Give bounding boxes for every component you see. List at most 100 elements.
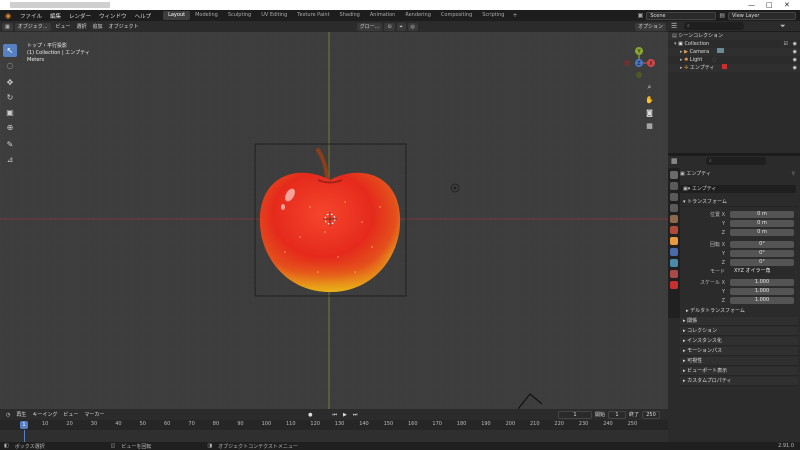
tab-compositing[interactable]: Compositing bbox=[436, 11, 477, 20]
playhead[interactable]: 1 bbox=[20, 421, 28, 429]
maximize-icon[interactable]: □ bbox=[766, 1, 773, 9]
transform-orientation-selector[interactable]: グロー... bbox=[356, 22, 383, 31]
properties-search-icon[interactable]: ⌕ bbox=[706, 157, 766, 165]
blender-logo-icon[interactable]: ◉ bbox=[3, 12, 13, 20]
start-frame-field[interactable]: 1 bbox=[608, 410, 626, 419]
image-tab-icon[interactable] bbox=[670, 281, 678, 289]
3d-viewport[interactable]: トップ・平行投影 (1) Collection | エンプティ Meters Y… bbox=[0, 32, 668, 409]
filter-icon[interactable]: ⏷ bbox=[780, 22, 786, 31]
outliner-row-light[interactable]: ▸ ✺ Light ◌ ◉ bbox=[668, 56, 800, 64]
timeline-track[interactable] bbox=[0, 430, 668, 442]
location-y-field[interactable]: 0 m bbox=[730, 220, 794, 227]
scale-y-field[interactable]: 1.000 bbox=[730, 288, 794, 295]
tool-tab-icon[interactable] bbox=[670, 171, 678, 179]
cursor-tool-icon[interactable]: ◌ bbox=[3, 59, 17, 72]
select-tool-icon[interactable]: ↖ bbox=[3, 44, 17, 57]
pan-hand-icon[interactable]: ✋ bbox=[644, 95, 655, 106]
rotation-x-field[interactable]: 0° bbox=[730, 241, 794, 248]
move-tool-icon[interactable]: ✥ bbox=[3, 76, 17, 89]
output-tab-icon[interactable] bbox=[670, 193, 678, 201]
measure-tool-icon[interactable]: ⊿ bbox=[3, 153, 17, 166]
render-tab-icon[interactable] bbox=[670, 182, 678, 190]
jump-end-icon[interactable]: ⏭ bbox=[350, 412, 361, 418]
options-button[interactable]: オプション bbox=[634, 22, 666, 31]
outliner-row-empty[interactable]: ▸ ✢ エンプティ ◉ bbox=[668, 64, 800, 72]
pin-icon[interactable]: ⚲ bbox=[791, 170, 795, 178]
rotation-z-field[interactable]: 0° bbox=[730, 259, 794, 266]
snap-icon[interactable]: ⌖ bbox=[396, 22, 406, 31]
tab-rendering[interactable]: Rendering bbox=[400, 11, 436, 20]
physics-tab-icon[interactable] bbox=[670, 248, 678, 256]
menu-render[interactable]: レンダー bbox=[65, 12, 95, 20]
tab-scripting[interactable]: Scripting bbox=[477, 11, 509, 20]
view-layer-selector[interactable]: View Layer bbox=[728, 11, 796, 20]
scale-z-field[interactable]: 1.000 bbox=[730, 297, 794, 304]
menu-playback[interactable]: 再生 bbox=[13, 411, 29, 418]
menu-add[interactable]: 追加 bbox=[90, 23, 106, 30]
record-icon[interactable]: ● bbox=[305, 412, 315, 418]
object-tab-icon[interactable] bbox=[670, 237, 678, 245]
zoom-icon[interactable]: ⌕ bbox=[644, 82, 655, 93]
collections-panel[interactable]: ▸ コレクション bbox=[680, 327, 798, 336]
transform-panel-header[interactable]: ▾ トランスフォーム bbox=[680, 198, 798, 207]
location-x-field[interactable]: 0 m bbox=[730, 211, 794, 218]
eye-icon[interactable]: ◉ bbox=[793, 64, 797, 72]
camera-view-icon[interactable]: ◙ bbox=[644, 108, 655, 119]
menu-timeline-view[interactable]: ビュー bbox=[60, 411, 81, 418]
outliner-search-icon[interactable]: ⌕ bbox=[684, 22, 744, 30]
menu-keying[interactable]: キーイング bbox=[29, 411, 60, 418]
rotation-mode-select[interactable]: XYZ オイラー角 bbox=[730, 268, 794, 275]
scene-tab-icon[interactable] bbox=[670, 215, 678, 223]
outliner-row-collection[interactable]: ▾ ▣ Collection ☑ ◉ bbox=[668, 40, 800, 48]
scale-tool-icon[interactable]: ▣ bbox=[3, 106, 17, 119]
properties-editor-icon[interactable]: ▦ bbox=[671, 157, 678, 165]
tab-layout[interactable]: Layout bbox=[163, 11, 191, 20]
tab-sculpting[interactable]: Sculpting bbox=[223, 11, 256, 20]
outliner-row-camera[interactable]: ▸ ▶ Camera ◉ bbox=[668, 48, 800, 56]
visibility-panel[interactable]: ▸ 可視性 bbox=[680, 357, 798, 366]
pivot-icon[interactable]: ⊙ bbox=[384, 22, 395, 31]
rotate-tool-icon[interactable]: ↻ bbox=[3, 91, 17, 104]
expand-icon[interactable]: ▾ bbox=[674, 41, 677, 47]
constraints-tab-icon[interactable] bbox=[670, 259, 678, 267]
world-tab-icon[interactable] bbox=[670, 226, 678, 234]
data-tab-icon[interactable] bbox=[670, 270, 678, 278]
menu-window[interactable]: ウィンドウ bbox=[95, 12, 131, 20]
close-icon[interactable]: ✕ bbox=[784, 1, 790, 9]
tab-shading[interactable]: Shading bbox=[335, 11, 365, 20]
tab-texture-paint[interactable]: Texture Paint bbox=[292, 11, 334, 20]
menu-view[interactable]: ビュー bbox=[53, 23, 74, 30]
tab-uv-editing[interactable]: UV Editing bbox=[256, 11, 292, 20]
menu-select[interactable]: 選択 bbox=[74, 23, 90, 30]
eye-icon[interactable]: ◉ bbox=[793, 48, 797, 56]
rotation-y-field[interactable]: 0° bbox=[730, 250, 794, 257]
menu-file[interactable]: ファイル bbox=[16, 12, 46, 20]
view-layer-tab-icon[interactable] bbox=[670, 204, 678, 212]
instancing-panel[interactable]: ▸ インスタンス化 bbox=[680, 337, 798, 346]
tab-modeling[interactable]: Modeling bbox=[190, 11, 223, 20]
scene-selector[interactable]: Scene bbox=[646, 11, 717, 20]
relations-panel[interactable]: ▸ 関係 bbox=[680, 317, 798, 326]
menu-marker[interactable]: マーカー bbox=[81, 411, 107, 418]
mode-selector[interactable]: オブジェク... bbox=[14, 22, 51, 31]
menu-help[interactable]: ヘルプ bbox=[131, 12, 156, 20]
timeline-editor-icon[interactable]: ◷ bbox=[3, 412, 13, 418]
timeline-ruler[interactable]: 1 10 20 30 40 50 60 70 80 90 100 110 120 130 140 150 16… bbox=[0, 420, 668, 430]
menu-edit[interactable]: 編集 bbox=[46, 12, 65, 20]
current-frame-field[interactable]: 1 bbox=[557, 410, 592, 419]
transform-tool-icon[interactable]: ⊕ bbox=[3, 121, 17, 134]
outliner-editor-icon[interactable]: ☰ bbox=[671, 22, 677, 30]
play-icon[interactable]: ▶ bbox=[340, 412, 350, 418]
tab-animation[interactable]: Animation bbox=[365, 11, 401, 20]
custom-properties-panel[interactable]: ▸ カスタムプロパティ bbox=[680, 377, 798, 386]
eye-icon[interactable]: ◉ bbox=[793, 40, 797, 48]
end-frame-field[interactable]: 250 bbox=[642, 410, 661, 419]
grid-toggle-icon[interactable]: ▦ bbox=[644, 121, 655, 132]
scale-x-field[interactable]: 1.000 bbox=[730, 279, 794, 286]
viewport-display-panel[interactable]: ▸ ビューポート表示 bbox=[680, 367, 798, 376]
motion-paths-panel[interactable]: ▸ モーションパス bbox=[680, 347, 798, 356]
jump-start-icon[interactable]: ⏮ bbox=[329, 412, 340, 418]
minimize-icon[interactable]: — bbox=[748, 1, 755, 9]
object-name-field[interactable]: ▣▾ エンプティ bbox=[680, 185, 796, 193]
annotate-tool-icon[interactable]: ✎ bbox=[3, 138, 17, 151]
